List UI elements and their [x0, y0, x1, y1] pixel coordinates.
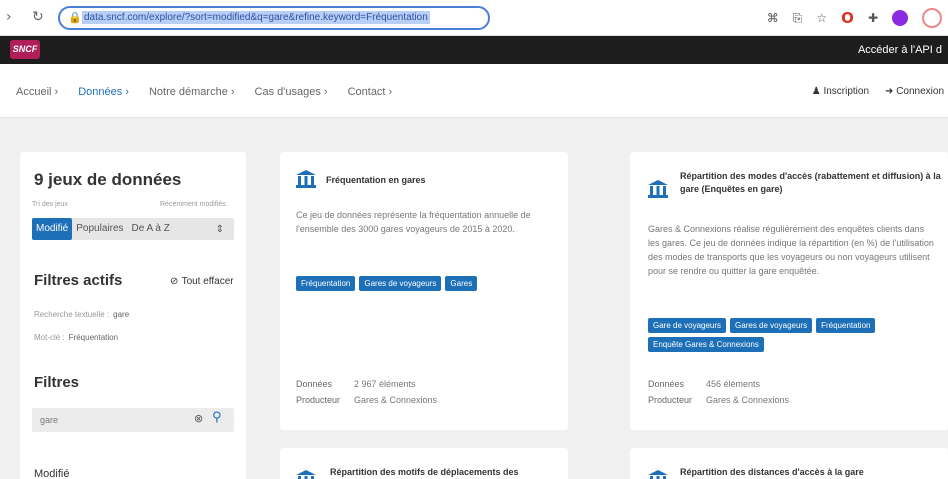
dataset-card[interactable]: Répartition des modes d'accès (rabatteme… [630, 152, 948, 430]
filters-sidebar: 9 jeux de données Tri des jeux Récemment… [20, 152, 246, 479]
site-header: SNCF Accéder à l'API d [0, 36, 948, 64]
dataset-title[interactable]: Fréquentation en gares [326, 174, 556, 187]
keyword-tag[interactable]: Gare de voyageurs [648, 318, 727, 333]
station-building-icon [296, 470, 316, 479]
translate-icon[interactable]: ⌘ [767, 11, 779, 25]
active-filter-text[interactable]: Recherche textuelle : gare [34, 310, 129, 319]
clear-all-button[interactable]: ⊘ Tout effacer [170, 276, 234, 287]
nav-item-contact[interactable]: Contact › [348, 86, 393, 98]
browser-toolbar: › ↻ 🔒 data.sncf.com/explore/?sort=modifi… [0, 0, 948, 36]
dataset-count-title: 9 jeux de données [34, 170, 182, 189]
browser-extensions: ⌘ ⎘ ☆ O ✚ [767, 7, 942, 29]
producer-label: Producteur [648, 395, 693, 405]
dataset-card[interactable]: Fréquentation en gares Ce jeu de données… [280, 152, 568, 430]
extension-icon[interactable] [922, 8, 942, 28]
dataset-meta: Données 456 éléments Producteur Gares & Co… [648, 376, 789, 408]
clear-search-icon[interactable]: ⊗ [194, 412, 203, 425]
keyword-tag[interactable]: Gares de voyageurs [359, 276, 442, 291]
sort-options: Modifié Populaires De A à Z ⇕ [32, 218, 234, 240]
reload-icon[interactable]: ↻ [32, 9, 44, 25]
keyword-tag[interactable]: Gares [445, 276, 478, 291]
records-value: 456 éléments [706, 379, 761, 389]
sort-alpha-button[interactable]: De A à Z [128, 218, 174, 240]
login-arrow-icon: ➜ [885, 86, 897, 97]
login-link[interactable]: ➜ Connexion [885, 86, 944, 97]
active-filters-title: Filtres actifs [34, 272, 123, 289]
url-text[interactable]: data.sncf.com/explore/?sort=modified&q=g… [82, 11, 430, 24]
nav-item-accueil[interactable]: Accueil › [16, 86, 58, 98]
producer-value: Gares & Connexions [354, 395, 438, 405]
sort-popular-button[interactable]: Populaires [72, 218, 127, 240]
sncf-logo[interactable]: SNCF [10, 40, 40, 59]
dataset-meta: Données 2 967 éléments Producteur Gares & … [296, 376, 437, 408]
signup-link[interactable]: ♟ Inscription [812, 86, 869, 97]
address-bar[interactable]: 🔒 data.sncf.com/explore/?sort=modified&q… [58, 6, 490, 30]
main-navigation: Accueil › Données › Notre démarche › Cas… [0, 64, 948, 118]
producer-label: Producteur [296, 395, 341, 405]
dataset-title[interactable]: Répartition des distances d'accès à la g… [680, 466, 942, 479]
dataset-description: Gares & Connexions réalise régulièrement… [648, 224, 934, 276]
station-building-icon [648, 180, 668, 198]
profile-avatar-icon[interactable] [892, 10, 908, 26]
keyword-tags: Fréquentation Gares de voyageurs Gares [296, 276, 558, 291]
keyword-tag[interactable]: Gares de voyageurs [730, 318, 813, 333]
dataset-card[interactable]: Répartition des distances d'accès à la g… [630, 448, 948, 479]
clear-circle-icon: ⊘ [170, 276, 182, 287]
lock-icon: 🔒 [68, 11, 82, 24]
search-icon[interactable]: ⚲ [212, 410, 222, 425]
keyword-tag[interactable]: Fréquentation [816, 318, 876, 333]
sort-label: Tri des jeux [32, 201, 68, 208]
filters-title: Filtres [34, 374, 80, 391]
keyword-tag[interactable]: Fréquentation [296, 276, 356, 291]
records-label: Données [296, 379, 333, 389]
keyword-tag[interactable]: Enquête Gares & Connexions [648, 337, 764, 352]
sort-modified-button[interactable]: Modifié [32, 218, 73, 240]
dataset-title[interactable]: Répartition des motifs de déplacements d… [330, 466, 566, 479]
station-building-icon [648, 470, 668, 479]
nav-item-cas-usages[interactable]: Cas d'usages › [255, 86, 328, 98]
facet-modified-title[interactable]: Modifié [34, 468, 69, 479]
puzzle-extension-icon[interactable]: ✚ [868, 11, 878, 25]
share-icon[interactable]: ⎘ [793, 11, 803, 26]
bookmark-star-icon[interactable]: ☆ [816, 11, 827, 25]
producer-value: Gares & Connexions [706, 395, 790, 405]
nav-item-donnees[interactable]: Données › [78, 86, 129, 98]
search-input[interactable]: gare ⊗ ⚲ [32, 408, 234, 432]
api-access-link[interactable]: Accéder à l'API d [858, 44, 942, 56]
search-value: gare [40, 415, 59, 425]
dataset-card[interactable]: Répartition des motifs de déplacements d… [280, 448, 568, 479]
station-building-icon [296, 170, 316, 188]
records-value: 2 967 éléments [354, 379, 416, 389]
sort-direction-icon[interactable]: ⇕ [216, 224, 234, 235]
sort-current-label: Récemment modifiés [160, 201, 226, 208]
opera-extension-icon[interactable]: O [841, 9, 854, 27]
back-arrow-icon[interactable]: › [6, 9, 12, 25]
dataset-description: Ce jeu de données représente la fréquent… [296, 210, 531, 234]
nav-item-demarche[interactable]: Notre démarche › [149, 86, 235, 98]
user-icon: ♟ [811, 86, 824, 97]
records-label: Données [648, 379, 685, 389]
keyword-tags: Gare de voyageurs Gares de voyageurs Fré… [648, 318, 910, 352]
active-filter-keyword[interactable]: Mot-clé : Fréquentation [34, 333, 118, 342]
dataset-title[interactable]: Répartition des modes d'accès (rabatteme… [680, 170, 942, 196]
